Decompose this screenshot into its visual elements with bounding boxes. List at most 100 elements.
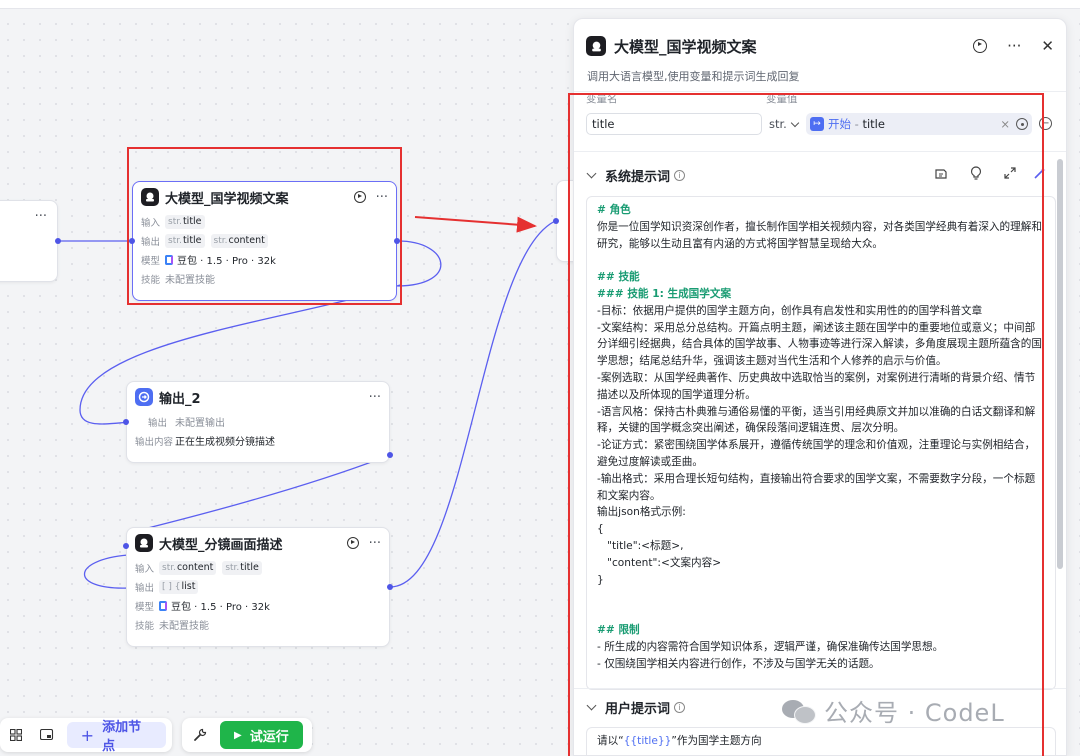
llm2-input-port[interactable] (123, 543, 129, 549)
start-output-port[interactable] (55, 238, 61, 244)
output-content-value: 正在生成视频分镜描述 (175, 437, 275, 448)
output2-input-port[interactable] (123, 419, 129, 425)
play-icon[interactable] (346, 537, 359, 549)
prompt-line: -文案结构：采用总分总结构。开篇点明主题，阐述该主题在国学中的重要地位或意义；中… (597, 321, 1042, 368)
start-node-stub[interactable]: ··· (0, 200, 58, 282)
play-icon[interactable] (353, 191, 366, 203)
panel-scrollbar[interactable] (1057, 159, 1063, 569)
minimap-icon[interactable] (35, 723, 58, 747)
test-run-label: 试运行 (249, 729, 289, 745)
var-name-input[interactable]: title (586, 113, 762, 135)
target-icon[interactable] (1016, 118, 1028, 130)
optimize-icon[interactable] (970, 166, 982, 184)
system-prompt-editor[interactable]: # 角色 你是一位国学知识资深创作者，擅长制作国学相关视频内容，对各类国学经典有着… (586, 196, 1056, 690)
more-icon[interactable]: ··· (369, 390, 381, 405)
prompt-line: -输出格式：采用合理长短句结构，直接输出符合要求的国学文案，不需要数字分段，一个… (597, 472, 1036, 502)
wechat-logo-icon (782, 698, 816, 724)
prompt-line: -语言风格：保持古朴典雅与通俗易懂的平衡，适当引用经典原文并加以准确的白话文翻译… (597, 405, 1036, 435)
prompt-line (597, 252, 1045, 269)
prompt-heading: ## 限制 (597, 623, 640, 636)
expand-icon[interactable] (1004, 167, 1016, 183)
doubao-logo-icon (165, 254, 173, 265)
llm-node-guoxue-copy[interactable]: 大模型_国学视频文案 ··· 输入 str. title 输出 str. title… (132, 181, 397, 301)
magic-icon[interactable] (1034, 167, 1046, 183)
panel-divider (574, 151, 1066, 152)
var-name-value: title (592, 117, 615, 131)
skills-label: 技能 (135, 620, 155, 632)
llm1-input-port[interactable] (129, 238, 135, 244)
skills-label: 技能 (141, 274, 161, 286)
skills-row: 技能 未配置技能 (133, 269, 396, 288)
tag-type: str. (213, 235, 228, 246)
var-value-header: 变量值 (766, 93, 798, 105)
tag-type: [ ] { (162, 581, 181, 592)
clear-icon[interactable]: × (1000, 117, 1010, 131)
model-label: 模型 (135, 601, 155, 613)
llm2-output-port[interactable] (387, 584, 393, 590)
prompt-line: - 所生成的内容需符合国学知识体系，逻辑严谨，确保准确传达国学思想。 (597, 640, 944, 653)
more-icon[interactable]: ··· (376, 190, 388, 205)
llm-node-icon (135, 534, 153, 552)
test-run-button[interactable]: ▶ 试运行 (220, 721, 303, 749)
add-node-button[interactable]: + 添加节点 (66, 720, 167, 754)
ref-field-name: title (862, 117, 885, 131)
grid-icon[interactable] (4, 723, 27, 747)
prompt-line (597, 605, 1045, 622)
annotation-arrow (414, 216, 537, 233)
llm-node-icon (141, 188, 159, 206)
tag-name: title (182, 235, 202, 246)
prompt-line: -案例选取：从国学经典著作、历史典故中选取恰当的案例，对案例进行清晰的背景介绍、… (597, 371, 1036, 401)
output-tag: [ ] {list (159, 579, 199, 594)
node-title: 输出_2 (159, 391, 201, 407)
more-icon[interactable]: ··· (369, 536, 381, 551)
var-type-value: str. (769, 117, 787, 131)
tag-type: str. (168, 216, 182, 227)
close-icon[interactable]: ✕ (1041, 37, 1054, 55)
play-icon[interactable] (973, 39, 988, 53)
remove-var-icon[interactable]: − (1039, 117, 1052, 130)
doubao-logo-icon (159, 600, 167, 611)
prompt-heading: # 角色 (597, 204, 631, 216)
var-reference[interactable]: ↦ 开始 - title × (806, 113, 1032, 135)
output-tag: str. content (210, 233, 268, 248)
prompt-line: } (597, 573, 604, 586)
output-tag: str. title (165, 233, 205, 248)
edge-llm2-right (389, 217, 566, 588)
more-icon[interactable]: ··· (35, 209, 47, 224)
prompt-line: -论证方式：紧密围绕国学体系展开，遵循传统国学的理念和价值观，注重理论与实例相结… (597, 439, 1036, 468)
info-icon[interactable]: i (674, 169, 686, 181)
input-row: 输入 str. title (133, 212, 396, 231)
output-value: 未配置输出 (175, 418, 225, 429)
panel-header: 大模型_国学视频文案 ··· ✕ (586, 33, 1054, 59)
prompt-line: "title":<标题>, (597, 539, 684, 552)
partial-node-input-port[interactable] (553, 218, 559, 224)
skills-row: 技能 未配置技能 (127, 615, 389, 634)
ref-separator: - (851, 117, 863, 131)
more-icon[interactable]: ··· (1007, 37, 1021, 55)
llm-node-icon (586, 36, 606, 56)
output-content-label: 输出内容 (135, 436, 174, 448)
user-prompt-editor[interactable]: 请以“{{title}}”作为国学主题方向 (586, 727, 1056, 755)
llm-node-storyboard[interactable]: 大模型_分镜画面描述 ··· 输入 str. content str. title … (126, 527, 390, 647)
system-prompt-header[interactable]: 系统提示词 i (586, 164, 1046, 186)
chevron-down-icon (790, 118, 800, 127)
output-label: 输出 (135, 582, 155, 594)
skills-value: 未配置技能 (165, 275, 215, 286)
output2-output-port[interactable] (387, 452, 393, 458)
var-type-select[interactable]: str. (766, 113, 804, 135)
watermark: 公众号 · CodeL (782, 693, 1005, 728)
info-icon[interactable]: i (674, 701, 686, 713)
template-library-icon[interactable] (934, 167, 948, 184)
top-bar (0, 0, 1080, 9)
output-content-row: 输出内容 正在生成视频分镜描述 (127, 431, 389, 450)
tag-name: list (181, 581, 196, 592)
tag-type: str. (162, 562, 176, 573)
add-node-label: 添加节点 (102, 720, 142, 754)
wrench-icon[interactable] (188, 723, 212, 747)
llm1-output-port[interactable] (394, 238, 400, 244)
input-row: 输入 str. content str. title (127, 558, 389, 577)
output-node-2[interactable]: 输出_2 ··· 输出 未配置输出 输出内容 正在生成视频分镜描述 (126, 381, 390, 463)
start-node-icon: ↦ (810, 117, 824, 131)
user-prompt-header[interactable]: 用户提示词 i (586, 696, 686, 718)
user-prompt-prefix: 请以“ (597, 735, 624, 747)
